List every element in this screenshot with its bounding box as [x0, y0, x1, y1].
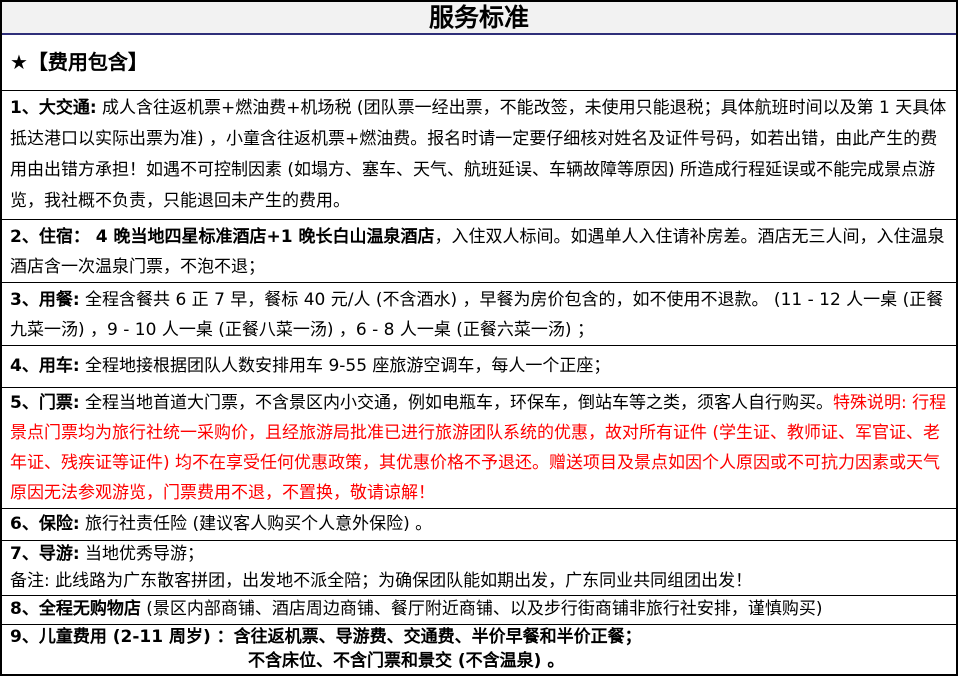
row-meals-label: 3、用餐:: [10, 290, 80, 310]
row-insurance: 6、保险: 旅行社责任险 (建议客人购买个人意外保险) 。: [2, 509, 956, 541]
row-no-shopping: 8、全程无购物店 (景区内部商铺、酒店周边商铺、餐厅附近商铺、以及步行街商铺非旅…: [2, 596, 956, 625]
table-title-text: 服务标准: [429, 3, 529, 32]
row-tickets: 5、门票: 全程当地首道大门票，不含景区内小交通，例如电瓶车，环保车，倒站车等之…: [2, 388, 956, 509]
row-child-fee-line1: 9、儿童费用 (2-11 周岁) ：含往返机票、导游费、交通费、半价早餐和半价正…: [10, 625, 948, 649]
row-insurance-text: 旅行社责任险 (建议客人购买个人意外保险) 。: [80, 514, 432, 534]
section-header-fees-included: ★【费用包含】: [2, 35, 956, 91]
row-child-fee-line2: 不含床位、不含门票和景交 (不含温泉) 。: [10, 649, 948, 673]
row-guide-label: 7、导游:: [10, 544, 80, 564]
row-meals: 3、用餐: 全程含餐共 6 正 7 早，餐标 40 元/人 (不含酒水) ，早餐…: [2, 283, 956, 346]
row-guide: 7、导游: 当地优秀导游； 备注: 此线路为广东散客拼团，出发地不派全陪；为确保…: [2, 541, 956, 596]
row-guide-line: 7、导游: 当地优秀导游；: [10, 541, 948, 568]
row-guide-note: 备注: 此线路为广东散客拼团，出发地不派全陪；为确保团队能如期出发，广东同业共同…: [10, 568, 948, 595]
row-hotel-label: 2、住宿： 4 晚当地四星标准酒店+1 晚长白山温泉酒店: [10, 227, 434, 247]
section-header-text: ★【费用包含】: [10, 50, 148, 74]
row-transport: 1、大交通: 成人含往返机票+燃油费+机场税 (团队票一经出票，不能改签，未使用…: [2, 91, 956, 220]
row-meals-text: 全程含餐共 6 正 7 早，餐标 40 元/人 (不含酒水) ，早餐为房价包含的…: [10, 290, 943, 340]
service-standard-table: 服务标准 ★【费用包含】 1、大交通: 成人含往返机票+燃油费+机场税 (团队票…: [0, 0, 958, 676]
row-hotel: 2、住宿： 4 晚当地四星标准酒店+1 晚长白山温泉酒店，入住双人标间。如遇单人…: [2, 220, 956, 283]
row-insurance-label: 6、保险:: [10, 514, 80, 534]
row-tickets-label: 5、门票:: [10, 393, 80, 413]
row-bus-text: 全程地接根据团队人数安排用车 9-55 座旅游空调车，每人一个正座；: [80, 356, 611, 376]
row-guide-text: 当地优秀导游；: [80, 544, 204, 564]
row-bus-label: 4、用车:: [10, 356, 80, 376]
table-title: 服务标准: [2, 2, 956, 35]
row-transport-label: 1、大交通:: [10, 98, 97, 118]
row-child-fee: 9、儿童费用 (2-11 周岁) ：含往返机票、导游费、交通费、半价早餐和半价正…: [2, 625, 956, 674]
row-tickets-text: 全程当地首道大门票，不含景区内小交通，例如电瓶车，环保车，倒站车等之类，须客人自…: [80, 393, 833, 413]
row-no-shopping-text: (景区内部商铺、酒店周边商铺、餐厅附近商铺、以及步行街商铺非旅行社安排，谨慎购买…: [141, 599, 823, 619]
row-no-shopping-label: 8、全程无购物店: [10, 599, 141, 619]
row-bus: 4、用车: 全程地接根据团队人数安排用车 9-55 座旅游空调车，每人一个正座；: [2, 346, 956, 388]
row-transport-text: 成人含往返机票+燃油费+机场税 (团队票一经出票，不能改签，未使用只能退税；具体…: [10, 98, 946, 211]
